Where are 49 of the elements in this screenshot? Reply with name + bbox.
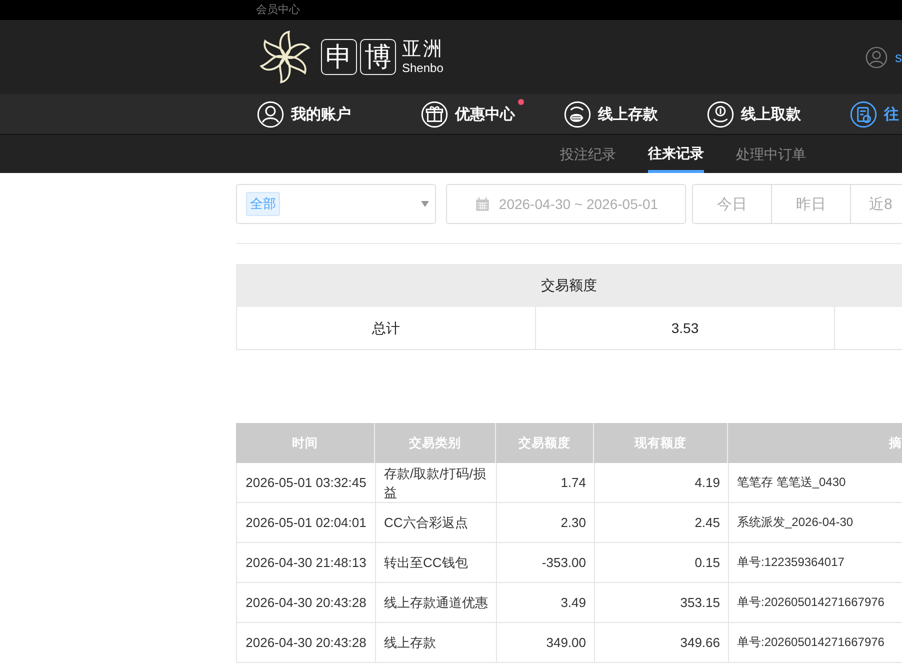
clipboard-clock-icon (850, 100, 877, 128)
username-link[interactable]: s (895, 49, 902, 65)
table-cell-text: 单号:202605014271667976 (736, 594, 886, 611)
table-cell: CC六合彩返点 (376, 503, 497, 542)
selected-tag: 全部 (246, 192, 280, 216)
nav-item[interactable]: 往 (850, 99, 899, 129)
table-cell-text: 单号:202605014271667976 (736, 634, 886, 651)
user-icon (865, 46, 888, 68)
table-cell: 转出至CC钱包 (376, 543, 497, 582)
logo-character: 博 (360, 39, 396, 75)
table-cell-text: 单号:122359364017 (736, 554, 846, 571)
table-cell: 2026-04-30 21:48:13 (237, 543, 376, 582)
table-cell: 2026-04-30 20:43:28 (237, 583, 376, 622)
table-cell: 2.45 (595, 503, 729, 542)
logo-character: 申 (321, 39, 357, 75)
table-cell: 4.19 (595, 463, 729, 502)
page-title: 会员中心 (256, 5, 300, 16)
table-cell-text: 笔笔存 笔笔送_0430 (736, 474, 847, 491)
table-cell: 2.30 (497, 503, 595, 542)
table-header-cell: 交易额度 (236, 264, 902, 307)
table-cell: 1.74 (497, 463, 595, 502)
table-cell: 2026-05-01 03:32:45 (237, 463, 376, 502)
table-cell: -353.00 (497, 543, 595, 582)
nav-item[interactable]: 线上存款 (564, 99, 707, 129)
nav-item[interactable]: 线上取款 (707, 99, 850, 129)
table-cell: 349.00 (497, 623, 595, 662)
caret-icon (421, 201, 429, 207)
table-cell: 2026-05-01 02:04:01 (237, 503, 376, 542)
tab[interactable]: 处理中订单 (736, 135, 806, 173)
nav-item[interactable]: 优惠中心 (421, 99, 564, 129)
table-cell: 0.15 (595, 543, 729, 582)
table-cell: 3.53 (536, 307, 835, 349)
table-cell: 存款/取款/打码/损益 (376, 463, 497, 502)
table-cell: 总计 (237, 307, 536, 349)
nav-item[interactable]: 我的账户 (257, 99, 421, 129)
gift-icon (421, 100, 448, 128)
tab[interactable]: 投注纪录 (560, 135, 616, 173)
tab[interactable]: 往来记录 (648, 135, 704, 173)
table-cell: 3.49 (497, 583, 595, 622)
table-cell: 线上存款 (376, 623, 497, 662)
logo-name: 亚洲 (402, 39, 444, 61)
table-cell: 353.15 (595, 583, 729, 622)
calendar-icon (474, 196, 491, 212)
logo-name: Shenbo (402, 61, 444, 75)
table-cell: 2026-04-30 20:43:28 (237, 623, 376, 662)
table-cell: 349.66 (595, 623, 729, 662)
person-icon (257, 100, 284, 128)
table-cell-text: 系统派发_2026-04-30 (736, 514, 854, 531)
table-cell: 线上存款通道优惠 (376, 583, 497, 622)
